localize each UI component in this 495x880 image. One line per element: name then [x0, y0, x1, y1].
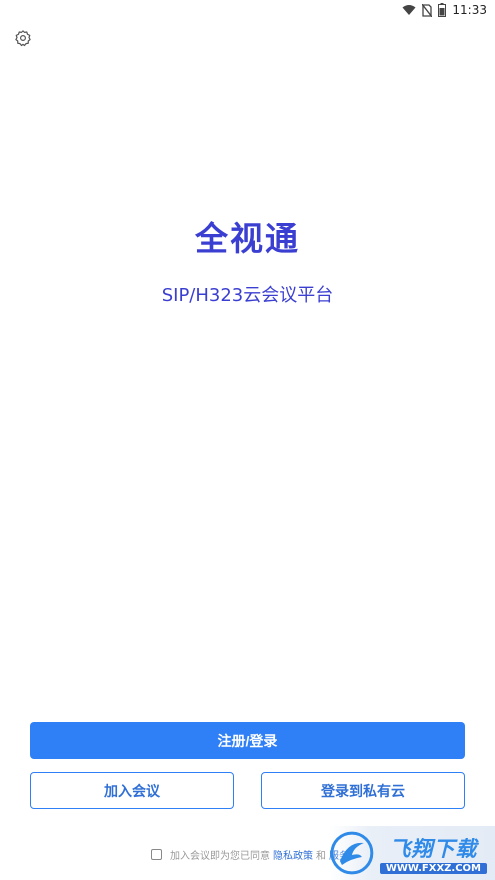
agreement-prefix: 加入会议即为您已同意: [170, 850, 270, 862]
settings-button[interactable]: [14, 29, 32, 47]
status-bar: 11:33: [0, 0, 495, 20]
private-cloud-login-button[interactable]: 登录到私有云: [261, 772, 465, 809]
watermark-logo-icon: [330, 831, 374, 875]
watermark: 飞翔下载 WWW.FXXZ.COM: [330, 826, 495, 880]
register-login-button[interactable]: 注册/登录: [30, 722, 465, 759]
agreement-conjunction: 和: [316, 850, 326, 862]
agreement-checkbox[interactable]: [151, 848, 162, 860]
agreement-row: 加入会议即为您已同意 隐私政策 和 服务: [151, 846, 352, 862]
app-title: 全视通: [195, 219, 300, 258]
watermark-main: 飞翔下载: [389, 836, 478, 861]
status-icons: 11:33: [402, 2, 487, 18]
watermark-text: 飞翔下载 WWW.FXXZ.COM: [379, 833, 487, 874]
wifi-icon: [402, 5, 416, 15]
privacy-policy-link[interactable]: 隐私政策: [273, 847, 313, 862]
battery-icon: [438, 3, 447, 17]
status-time: 11:33: [452, 3, 487, 17]
no-sim-icon: [422, 3, 433, 17]
gear-icon: [15, 30, 31, 47]
app-subtitle: SIP/H323云会议平台: [161, 285, 334, 306]
join-meeting-button[interactable]: 加入会议: [30, 772, 234, 809]
watermark-sub: WWW.FXXZ.COM: [379, 862, 487, 874]
